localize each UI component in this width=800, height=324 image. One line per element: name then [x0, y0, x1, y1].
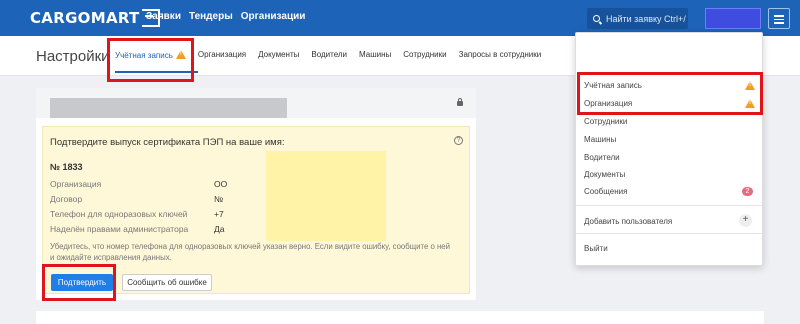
user-button[interactable]: [705, 8, 761, 29]
certificate-number: № 1833: [50, 162, 83, 172]
menu-button[interactable]: [768, 8, 790, 29]
lock-icon: [457, 98, 463, 106]
field-value: Да: [214, 224, 225, 234]
redacted-values: [266, 151, 386, 241]
field-label: Телефон для одноразовых ключей: [50, 209, 188, 219]
tab-employees[interactable]: Сотрудники: [403, 50, 446, 60]
card-header: [36, 88, 476, 118]
menu-item-add-user[interactable]: Добавить пользователя: [584, 217, 672, 226]
field-value: ОО: [214, 179, 228, 189]
help-icon[interactable]: ?: [454, 136, 463, 145]
menu-icon-line: [774, 18, 784, 21]
tab-organization[interactable]: Организация: [198, 50, 246, 60]
messages-count-badge: 2: [742, 187, 753, 196]
field-label: Организация: [50, 179, 102, 189]
field-value: №: [214, 194, 224, 204]
tab-employee-requests[interactable]: Запросы в сотрудники: [459, 50, 542, 60]
highlight-confirm-button: [42, 264, 116, 301]
menu-icon-line: [774, 15, 784, 17]
menu-item-logout[interactable]: Выйти: [584, 244, 608, 253]
highlight-account-tab: [107, 38, 194, 82]
bottom-card: [36, 311, 764, 324]
tab-drivers[interactable]: Водители: [311, 50, 347, 60]
menu-divider: [576, 233, 762, 234]
menu-item-drivers[interactable]: Водители: [584, 153, 620, 162]
main-nav: Заявки Тендеры Организации: [146, 11, 305, 22]
menu-icon-line: [774, 22, 784, 24]
nav-item-tenders[interactable]: Тендеры: [189, 11, 233, 22]
plus-icon[interactable]: +: [739, 214, 752, 227]
tab-documents[interactable]: Документы: [258, 50, 299, 60]
search-input[interactable]: Найти заявку Ctrl+/: [587, 8, 688, 29]
top-bar: CARGOMART Заявки Тендеры Организации Най…: [0, 0, 800, 36]
confirmation-note: Убедитесь, что номер телефона для однора…: [50, 242, 450, 262]
user-menu-dropdown: Учётная запись Организация Сотрудники Ма…: [575, 32, 763, 266]
nav-item-requests[interactable]: Заявки: [146, 11, 181, 22]
report-error-button[interactable]: Сообщить об ошибке: [122, 274, 212, 291]
tab-vehicles[interactable]: Машины: [359, 50, 391, 60]
page-title: Настройки: [36, 48, 110, 65]
confirmation-title: Подтвердите выпуск сертификата ПЭП на ва…: [50, 137, 285, 148]
redacted-name: [50, 98, 287, 118]
menu-item-employees[interactable]: Сотрудники: [584, 117, 627, 126]
search-icon: [593, 15, 600, 22]
field-label: Наделён правами администратора: [50, 224, 189, 234]
field-value: +7: [214, 209, 224, 219]
nav-item-organizations[interactable]: Организации: [241, 11, 306, 22]
menu-item-vehicles[interactable]: Машины: [584, 135, 616, 144]
field-label: Договор: [50, 194, 83, 204]
highlight-menu-items: [577, 72, 763, 115]
menu-divider: [576, 205, 762, 206]
menu-item-messages[interactable]: Сообщения: [584, 187, 627, 196]
menu-item-documents[interactable]: Документы: [584, 170, 625, 179]
logo[interactable]: CARGOMART: [30, 9, 160, 27]
